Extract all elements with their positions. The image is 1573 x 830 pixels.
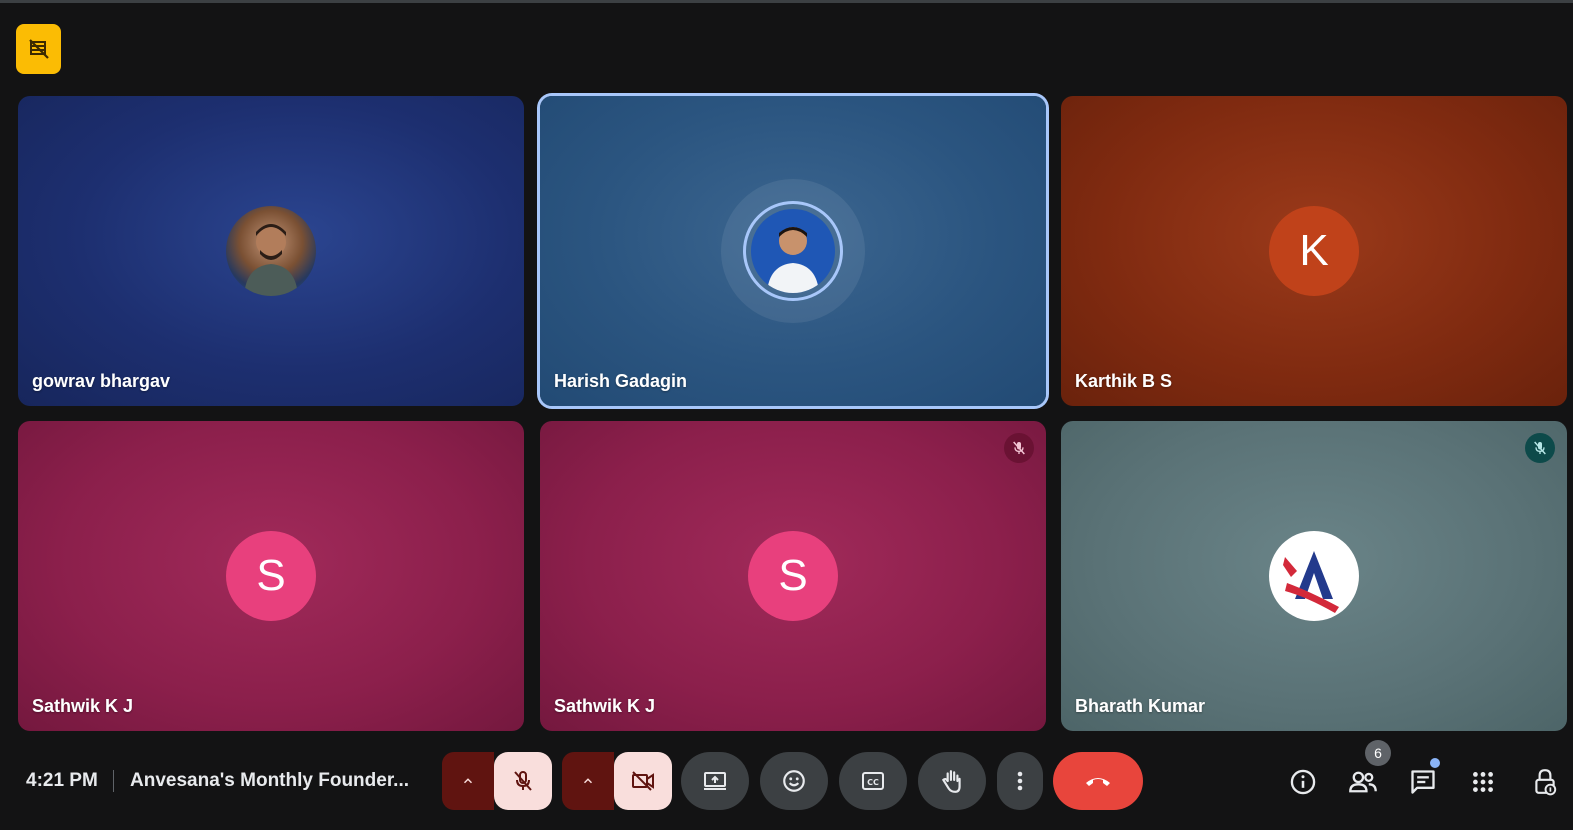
- video-options-button[interactable]: [562, 752, 614, 810]
- people-button[interactable]: [1345, 764, 1381, 800]
- host-controls-button[interactable]: [1527, 764, 1563, 800]
- participant-avatar-initial: S: [226, 531, 316, 621]
- end-call-icon: [1086, 778, 1110, 786]
- camera-control-group: [562, 752, 672, 810]
- present-screen-icon: [704, 772, 726, 790]
- layout-indicator-badge[interactable]: [16, 24, 61, 74]
- participant-avatar-initial: K: [1269, 206, 1359, 296]
- meeting-controls-bar: 4:21 PM Anvesana's Monthly Founder... CC: [0, 740, 1573, 830]
- participant-name: Karthik B S: [1075, 371, 1173, 391]
- avatar-initial: K: [1299, 226, 1329, 275]
- company-logo-icon: [1283, 551, 1339, 613]
- meeting-info-button[interactable]: [1285, 764, 1321, 800]
- camera-toggle-button[interactable]: [614, 752, 672, 810]
- participant-tile[interactable]: K Karthik B S: [1061, 96, 1567, 406]
- more-options-button[interactable]: [997, 752, 1043, 810]
- raise-hand-button[interactable]: [918, 752, 986, 810]
- video-off-icon: [632, 771, 654, 791]
- chat-icon: [1411, 770, 1435, 794]
- participant-tile[interactable]: Bharath Kumar: [1061, 421, 1567, 731]
- captions-button[interactable]: CC: [839, 752, 907, 810]
- audio-options-button[interactable]: [442, 752, 494, 810]
- muted-badge: [1004, 433, 1034, 463]
- mic-control-group: [442, 752, 552, 810]
- participant-name: Sathwik K J: [32, 696, 134, 716]
- captions-icon: CC: [862, 772, 884, 790]
- participant-avatar: [751, 209, 835, 293]
- participant-name: gowrav bhargav: [32, 371, 171, 391]
- mic-off-icon: [1534, 441, 1546, 455]
- emoji-icon: [783, 770, 805, 792]
- meeting-title[interactable]: Anvesana's Monthly Founder...: [130, 770, 409, 792]
- divider: [113, 770, 114, 792]
- emoji-reaction-button[interactable]: [760, 752, 828, 810]
- muted-badge: [1525, 433, 1555, 463]
- meeting-clock: 4:21 PM: [26, 770, 98, 791]
- mic-toggle-button[interactable]: [494, 752, 552, 810]
- svg-text:CC: CC: [867, 778, 879, 787]
- chat-button[interactable]: [1405, 764, 1441, 800]
- participant-name: Harish Gadagin: [554, 371, 688, 391]
- host-controls-icon: [1535, 769, 1557, 796]
- participant-avatar-initial: S: [748, 531, 838, 621]
- activities-button[interactable]: [1465, 764, 1501, 800]
- participant-tile[interactable]: S Sathwik K J: [18, 421, 524, 731]
- present-screen-button[interactable]: [681, 752, 749, 810]
- chevron-up-icon: [463, 778, 473, 784]
- participant-name: Bharath Kumar: [1075, 696, 1206, 716]
- participant-tile-active-speaker[interactable]: Harish Gadagin: [540, 96, 1046, 406]
- info-icon: [1290, 769, 1316, 795]
- participant-tile[interactable]: gowrav bhargav: [18, 96, 524, 406]
- top-divider: [0, 0, 1573, 3]
- more-vert-icon: [1017, 771, 1023, 791]
- mic-off-icon: [514, 771, 532, 791]
- people-count-badge: 6: [1365, 740, 1391, 766]
- participant-name: Sathwik K J: [554, 696, 656, 716]
- avatar-initial: S: [256, 551, 286, 600]
- people-icon: [1349, 771, 1377, 793]
- participant-tile[interactable]: S Sathwik K J: [540, 421, 1046, 731]
- participant-avatar: [226, 206, 316, 296]
- raise-hand-icon: [941, 770, 961, 793]
- apps-grid-icon: [1473, 772, 1493, 792]
- chevron-up-icon: [583, 778, 593, 784]
- participant-avatar-logo: [1269, 531, 1359, 621]
- avatar-initial: S: [778, 551, 808, 600]
- mic-off-icon: [1013, 441, 1025, 455]
- end-call-button[interactable]: [1053, 752, 1143, 810]
- chat-unread-dot: [1430, 758, 1440, 768]
- no-video-grid-icon: [28, 39, 49, 59]
